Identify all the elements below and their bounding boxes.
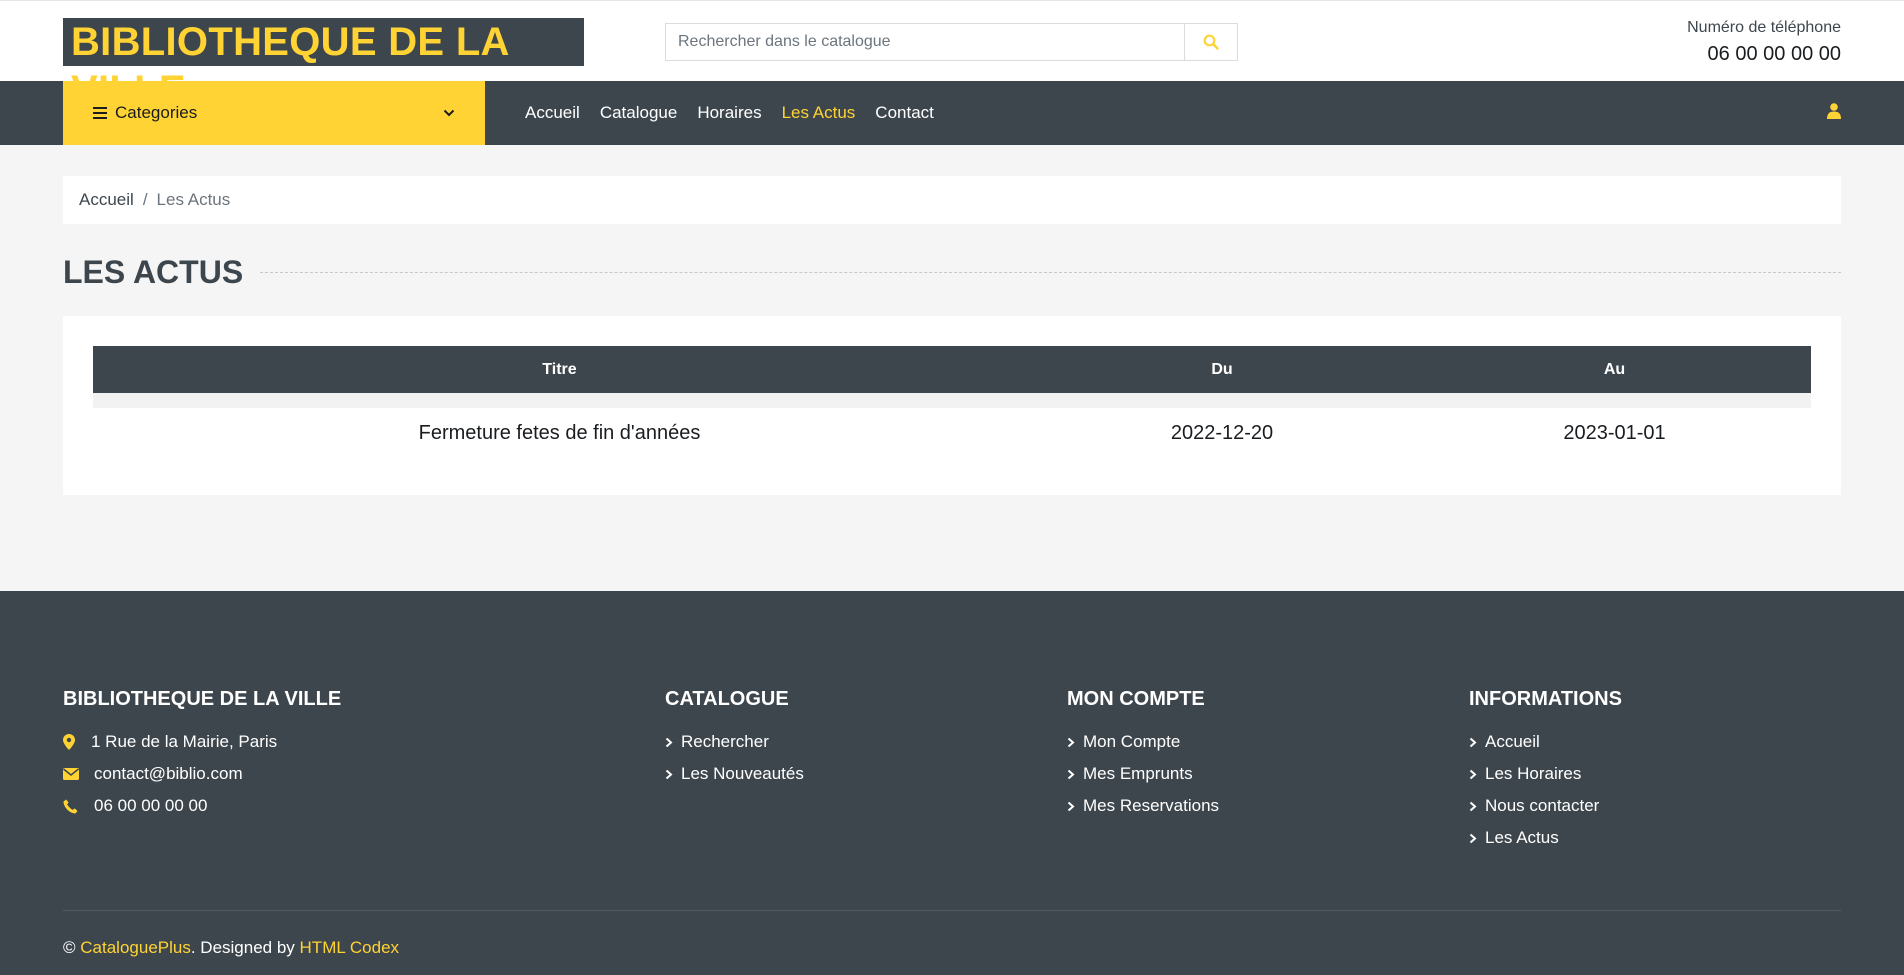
copyright-symbol: ©	[63, 938, 76, 957]
nav-link-les-actus[interactable]: Les Actus	[782, 103, 856, 123]
footer-info: INFORMATIONS Accueil Les Horaires Nous c…	[1469, 688, 1622, 860]
brand-link[interactable]: CataloguePlus	[80, 938, 191, 957]
footer-divider	[63, 910, 1841, 911]
footer-email-text[interactable]: contact@biblio.com	[94, 764, 243, 784]
topbar: BIBLIOTHEQUE DE LA VILLE Numéro de télép…	[0, 0, 1904, 112]
envelope-icon	[63, 768, 82, 780]
title-divider	[260, 271, 1841, 273]
cell-titre: Fermeture fetes de fin d'années	[418, 421, 701, 444]
footer-info-title: INFORMATIONS	[1469, 688, 1622, 710]
nav-link-catalogue[interactable]: Catalogue	[600, 103, 678, 123]
chevron-right-icon	[1469, 801, 1477, 812]
footer-catalogue: CATALOGUE Rechercher Les Nouveautés	[665, 688, 804, 796]
footer-link-contact[interactable]: Nous contacter	[1469, 796, 1622, 816]
column-header-titre: Titre	[542, 360, 577, 378]
footer-account-title: MON COMPTE	[1067, 688, 1205, 710]
news-card: Titre Du Au Fermeture fetes de fin d'ann…	[63, 316, 1841, 495]
phone-contact: Numéro de téléphone 06 00 00 00 00	[1687, 19, 1841, 66]
footer-about: BIBLIOTHEQUE DE LA VILLE 1 Rue de la Mai…	[63, 688, 341, 828]
footer-address-text: 1 Rue de la Mairie, Paris	[91, 732, 278, 751]
footer-link-les-actus[interactable]: Les Actus	[1469, 828, 1622, 848]
footer-link-label: Les Horaires	[1485, 764, 1582, 783]
nav-link-horaires[interactable]: Horaires	[697, 103, 761, 123]
news-table: Titre Du Au Fermeture fetes de fin d'ann…	[93, 346, 1811, 458]
footer-address: 1 Rue de la Mairie, Paris	[63, 732, 341, 752]
footer-link-label: Nous contacter	[1485, 796, 1600, 815]
table-row: Fermeture fetes de fin d'années 2022-12-…	[93, 408, 1811, 458]
page-title: LES ACTUS	[63, 253, 244, 290]
search-button[interactable]	[1184, 24, 1237, 60]
categories-label: Categories	[115, 103, 198, 122]
chevron-right-icon	[1469, 769, 1477, 780]
footer-link-mes-reservations[interactable]: Mes Reservations	[1067, 796, 1219, 816]
footer-link-label: Les Nouveautés	[681, 764, 804, 783]
section-header: LES ACTUS	[63, 254, 1841, 290]
footer-about-title: BIBLIOTHEQUE DE LA VILLE	[63, 688, 342, 710]
footer-link-mon-compte[interactable]: Mon Compte	[1067, 732, 1219, 752]
user-account-button[interactable]	[1827, 103, 1841, 124]
map-marker-icon	[63, 734, 79, 750]
footer-link-label: Rechercher	[681, 732, 769, 751]
footer-catalogue-title: CATALOGUE	[665, 688, 789, 710]
chevron-right-icon	[1067, 801, 1075, 812]
footer-link-label: Mes Emprunts	[1083, 764, 1193, 783]
search-input[interactable]	[666, 24, 1184, 60]
chevron-right-icon	[1067, 769, 1075, 780]
chevron-right-icon	[1469, 833, 1477, 844]
nav-link-contact[interactable]: Contact	[875, 103, 934, 123]
footer-link-accueil[interactable]: Accueil	[1469, 732, 1622, 752]
chevron-down-icon	[443, 109, 455, 117]
footer-link-horaires[interactable]: Les Horaires	[1469, 764, 1622, 784]
footer-link-label: Mon Compte	[1083, 732, 1181, 751]
phone-icon	[63, 798, 82, 814]
breadcrumb-separator: /	[142, 190, 148, 209]
footer-link-label: Les Actus	[1485, 828, 1559, 847]
bars-icon	[93, 107, 107, 119]
phone-label: Numéro de téléphone	[1687, 19, 1841, 36]
footer-link-label: Accueil	[1485, 732, 1540, 751]
chevron-right-icon	[1067, 737, 1075, 748]
categories-button[interactable]: Categories	[63, 81, 485, 145]
chevron-right-icon	[665, 737, 673, 748]
user-icon	[1827, 103, 1841, 119]
column-header-du: Du	[1211, 360, 1233, 378]
footer-link-nouveautes[interactable]: Les Nouveautés	[665, 764, 804, 784]
table-header: Titre Du Au	[93, 346, 1811, 393]
footer-link-mes-emprunts[interactable]: Mes Emprunts	[1067, 764, 1219, 784]
site-logo[interactable]: BIBLIOTHEQUE DE LA VILLE	[63, 18, 584, 112]
search-icon	[1203, 34, 1219, 50]
copyright: © CataloguePlus. Designed by HTML Codex	[63, 938, 399, 958]
navbar: Categories Accueil Catalogue Horaires Le…	[0, 81, 1904, 145]
footer: BIBLIOTHEQUE DE LA VILLE 1 Rue de la Mai…	[0, 591, 1904, 975]
copyright-middle: . Designed by	[190, 938, 295, 957]
footer-link-rechercher[interactable]: Rechercher	[665, 732, 804, 752]
phone-number: 06 00 00 00 00	[1707, 43, 1841, 65]
cell-du: 2022-12-20	[1170, 421, 1274, 444]
nav-link-accueil[interactable]: Accueil	[525, 103, 580, 123]
column-header-au: Au	[1603, 360, 1626, 378]
footer-link-label: Mes Reservations	[1083, 796, 1220, 815]
search-bar	[665, 23, 1238, 61]
chevron-right-icon	[665, 769, 673, 780]
footer-account: MON COMPTE Mon Compte Mes Emprunts Mes R…	[1067, 688, 1219, 828]
designer-link[interactable]: HTML Codex	[300, 938, 400, 957]
cell-au: 2023-01-01	[1563, 421, 1666, 444]
breadcrumb: Accueil / Les Actus	[63, 176, 1841, 224]
nav-links: Accueil Catalogue Horaires Les Actus Con…	[525, 81, 954, 145]
footer-email: contact@biblio.com	[63, 764, 341, 784]
chevron-right-icon	[1469, 737, 1477, 748]
table-spacer	[93, 393, 1811, 408]
breadcrumb-current: Les Actus	[156, 190, 231, 209]
footer-phone-text: 06 00 00 00 00	[94, 796, 208, 815]
breadcrumb-home[interactable]: Accueil	[79, 190, 134, 210]
footer-phone: 06 00 00 00 00	[63, 796, 341, 816]
